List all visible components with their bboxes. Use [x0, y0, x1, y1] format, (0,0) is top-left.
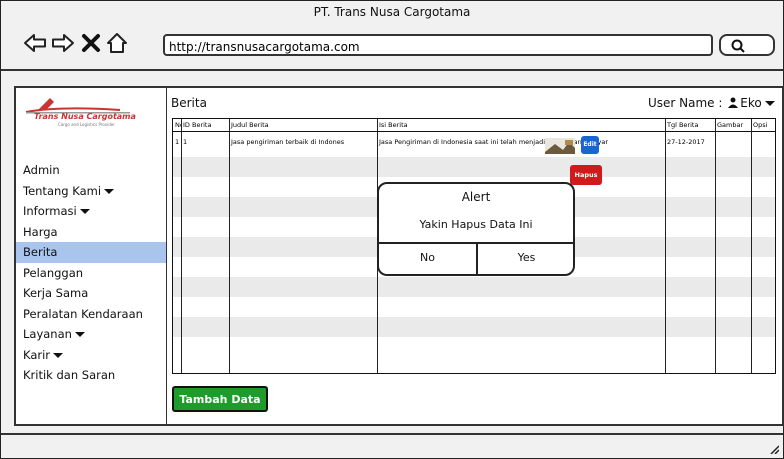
col-header-tgl: Tgl Berita — [667, 121, 699, 129]
sidebar-item-label: Tentang Kami — [23, 183, 102, 198]
col-header-gambar: Gambar — [717, 121, 744, 129]
table-row — [173, 337, 775, 357]
alert-yes-button[interactable]: Yes — [478, 244, 575, 274]
table-row — [173, 157, 775, 177]
chevron-down-icon — [104, 188, 115, 194]
alert-buttons: No Yes — [379, 242, 573, 274]
sidebar-item-berita[interactable]: Berita — [16, 242, 166, 263]
window-title: PT. Trans Nusa Cargotama — [313, 5, 471, 19]
sidebar-item-tentang-kami[interactable]: Tentang Kami — [16, 181, 166, 202]
user-name-label: User Name : — [648, 96, 723, 110]
chevron-down-icon — [79, 209, 90, 214]
page-title: Berita — [171, 96, 207, 110]
column-divider — [751, 119, 752, 373]
resize-handle-icon[interactable] — [769, 444, 779, 454]
toolbar-divider — [1, 69, 783, 71]
alert-dialog: Alert Yakin Hapus Data Ini No Yes — [377, 182, 575, 276]
edit-button[interactable]: Edit — [581, 136, 599, 154]
sidebar-menu: Admin Tentang Kami Informasi Harga Berit… — [16, 160, 166, 386]
sidebar-item-label: Berita — [23, 245, 58, 259]
sidebar-item-label: Peralatan Kendaraan — [23, 306, 143, 321]
url-bar[interactable]: http://transnusacargotama.com — [163, 34, 713, 56]
sidebar-item-kerja-sama[interactable]: Kerja Sama — [16, 283, 166, 304]
table-row — [173, 297, 775, 317]
chevron-down-icon — [74, 332, 85, 337]
chevron-down-icon — [53, 352, 64, 358]
alert-message: Yakin Hapus Data Ini — [419, 218, 533, 231]
sidebar-item-label: Karir — [23, 347, 51, 362]
alert-no-button[interactable]: No — [379, 244, 476, 274]
sidebar-item-label: Harga — [23, 224, 58, 239]
user-menu[interactable]: User Name : Eko — [648, 96, 775, 110]
sidebar-item-label: Pelanggan — [23, 265, 84, 280]
table-row: 1 1 Jasa pengiriman terbaik di Indones J… — [173, 132, 775, 152]
table-row — [173, 317, 775, 337]
cell-id: 1 — [183, 138, 188, 146]
col-header-opsi: Opsi — [753, 121, 768, 129]
cell-isi: Jasa Pengiriman di Indonesia saat ini te… — [379, 138, 609, 146]
cell-judul: Jasa pengiriman terbaik di Indones — [231, 138, 345, 146]
col-header-no: No — [175, 121, 181, 129]
cell-tgl: 27-12-2017 — [667, 138, 705, 146]
search-button[interactable] — [719, 34, 775, 56]
sidebar-item-peralatan-kendaraan[interactable]: Peralatan Kendaraan — [16, 304, 166, 325]
user-name: Eko — [740, 96, 762, 110]
column-divider — [181, 119, 182, 373]
back-arrow-icon[interactable] — [23, 31, 47, 55]
sidebar-item-label: Kritik dan Saran — [23, 368, 116, 382]
close-icon[interactable] — [79, 31, 103, 55]
column-divider — [665, 119, 666, 373]
statusbar-divider — [1, 433, 783, 435]
alert-title: Alert — [461, 190, 491, 204]
hapus-button[interactable]: Hapus — [570, 165, 602, 185]
sidebar-item-layanan[interactable]: Layanan — [16, 324, 166, 345]
chevron-down-icon — [764, 101, 775, 106]
col-header-isi: Isi Berita — [379, 121, 408, 129]
sidebar-item-label: Kerja Sama — [23, 286, 89, 300]
col-header-judul: Judul Berita — [231, 121, 269, 129]
sidebar-item-label: Informasi — [23, 204, 77, 218]
sidebar-item-kritik-dan-saran[interactable]: Kritik dan Saran — [16, 365, 166, 386]
column-divider — [229, 119, 230, 373]
sidebar-item-informasi[interactable]: Informasi — [16, 201, 166, 222]
add-data-button[interactable]: Tambah Data — [172, 386, 268, 412]
sidebar-item-pelanggan[interactable]: Pelanggan — [16, 263, 166, 284]
home-icon[interactable] — [105, 31, 129, 55]
sidebar-item-karir[interactable]: Karir — [16, 345, 166, 366]
table-row — [173, 277, 775, 297]
sidebar-item-admin[interactable]: Admin — [16, 160, 166, 181]
table-header: No ID Berita Judul Berita Isi Berita Tgl… — [173, 119, 775, 132]
col-header-id: ID Berita — [183, 121, 212, 129]
forward-arrow-icon[interactable] — [51, 31, 75, 55]
sidebar-item-harga[interactable]: Harga — [16, 222, 166, 243]
column-divider — [715, 119, 716, 373]
sidebar-item-label: Admin — [23, 163, 60, 177]
user-icon — [728, 97, 739, 108]
logo-subtext: Cargo and Logistics Provider — [58, 122, 115, 127]
logo-text: Trans Nusa Cargotama — [34, 112, 136, 121]
sidebar-item-label: Layanan — [23, 327, 72, 341]
cell-no: 1 — [175, 138, 180, 146]
news-image-thumbnail-icon[interactable] — [545, 138, 575, 154]
search-icon — [731, 39, 745, 53]
